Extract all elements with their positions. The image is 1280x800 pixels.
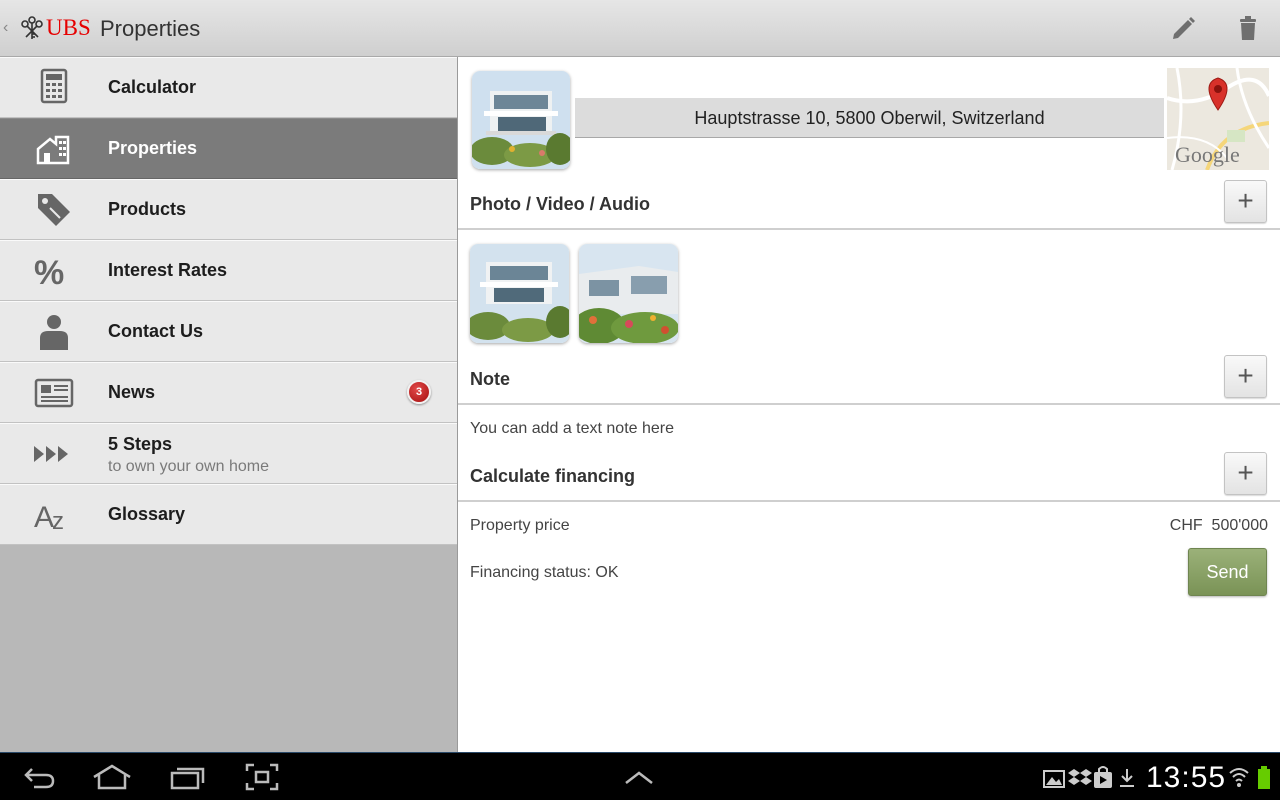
chevron-up-icon[interactable] xyxy=(622,763,656,791)
navigation-sidebar: Calculator Properties Products % Interes… xyxy=(0,57,457,753)
person-icon xyxy=(30,312,78,352)
sidebar-item-contact-us[interactable]: Contact Us xyxy=(0,301,457,362)
sidebar-item-label: Products xyxy=(108,199,187,219)
back-icon[interactable] xyxy=(22,763,56,791)
newspaper-icon xyxy=(30,373,78,413)
download-icon[interactable] xyxy=(1118,763,1136,791)
sidebar-item-label: Properties xyxy=(108,138,198,158)
sidebar-item-sublabel: to own your own home xyxy=(108,458,269,475)
percent-icon: % xyxy=(30,251,78,292)
add-media-button[interactable]: + xyxy=(1224,180,1267,223)
news-count-badge: 3 xyxy=(407,380,431,404)
sidebar-item-label: Glossary xyxy=(108,504,186,524)
svg-text:A: A xyxy=(34,501,54,534)
page-title: Properties xyxy=(100,16,201,41)
dropbox-icon[interactable] xyxy=(1068,763,1092,791)
property-price-value: CHF 500'000 xyxy=(1169,517,1268,534)
map-thumbnail[interactable]: Google xyxy=(1167,68,1269,170)
sidebar-item-glossary[interactable]: A z Glossary xyxy=(0,484,457,545)
note-section-header: Note + xyxy=(458,353,1280,405)
property-detail-pane: Hauptstrasse 10, 5800 Oberwil, Switzerla… xyxy=(458,57,1280,753)
calculator-icon xyxy=(30,68,78,108)
trash-icon[interactable] xyxy=(1232,12,1264,44)
wifi-icon xyxy=(1228,763,1250,791)
send-button[interactable]: Send xyxy=(1188,548,1267,596)
sidebar-item-5-steps[interactable]: 5 Steps to own your own home xyxy=(0,423,457,484)
battery-icon xyxy=(1256,763,1272,791)
recent-apps-icon[interactable] xyxy=(170,763,206,791)
media-photo-2[interactable] xyxy=(579,244,678,343)
section-title: Note xyxy=(470,369,510,389)
media-photo-1[interactable] xyxy=(470,244,569,343)
svg-text:z: z xyxy=(52,508,64,535)
system-navigation-bar: 13:55 xyxy=(0,752,1280,800)
home-icon[interactable] xyxy=(92,763,132,791)
status-clock: 13:55 xyxy=(1146,761,1227,794)
sidebar-item-products[interactable]: Products xyxy=(0,179,457,240)
fast-forward-icon xyxy=(30,434,78,474)
sidebar-item-label: News xyxy=(108,382,156,402)
section-title: Photo / Video / Audio xyxy=(470,194,650,214)
sidebar-item-calculator[interactable]: Calculator xyxy=(0,57,457,118)
brand-name: UBS xyxy=(46,15,91,40)
sidebar-item-label: Calculator xyxy=(108,77,197,97)
play-store-icon[interactable] xyxy=(1092,763,1114,791)
svg-text:%: % xyxy=(34,254,64,291)
action-bar: ‹ UBS Properties xyxy=(0,0,1280,57)
az-icon: A z xyxy=(30,495,78,535)
house-icon xyxy=(30,129,78,169)
screenshot-icon[interactable] xyxy=(245,763,279,791)
sidebar-item-label: 5 Steps xyxy=(108,434,173,454)
property-thumbnail[interactable] xyxy=(472,71,570,169)
ubs-logo-icon[interactable] xyxy=(19,14,45,42)
sidebar-item-interest-rates[interactable]: % Interest Rates xyxy=(0,240,457,301)
media-section-header: Photo / Video / Audio + xyxy=(458,178,1280,230)
financing-section-header: Calculate financing + xyxy=(458,450,1280,502)
back-chevron-icon[interactable]: ‹ xyxy=(3,18,15,38)
property-price-label: Property price xyxy=(470,517,570,534)
sidebar-item-news[interactable]: News 3 xyxy=(0,362,457,423)
add-financing-button[interactable]: + xyxy=(1224,452,1267,495)
add-note-button[interactable]: + xyxy=(1224,355,1267,398)
property-address[interactable]: Hauptstrasse 10, 5800 Oberwil, Switzerla… xyxy=(575,98,1164,138)
section-title: Calculate financing xyxy=(470,466,636,486)
sidebar-item-label: Interest Rates xyxy=(108,260,228,280)
sidebar-item-label: Contact Us xyxy=(108,321,204,341)
price-tag-icon xyxy=(30,190,78,230)
pencil-icon[interactable] xyxy=(1168,12,1200,44)
gallery-notification-icon[interactable] xyxy=(1042,763,1066,791)
sidebar-item-properties[interactable]: Properties xyxy=(0,118,457,179)
financing-status: Financing status: OK xyxy=(470,564,619,581)
map-attribution: Google xyxy=(1175,142,1240,167)
note-text[interactable]: You can add a text note here xyxy=(470,420,674,438)
